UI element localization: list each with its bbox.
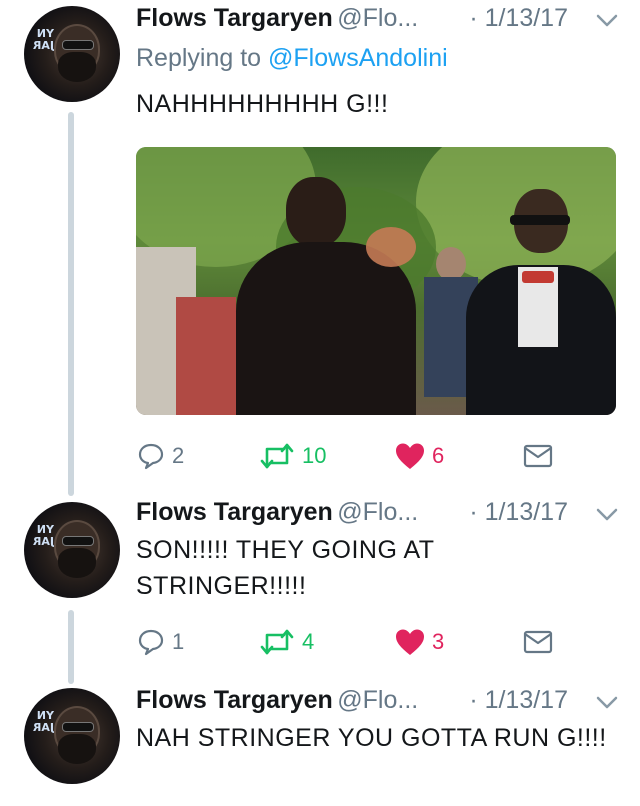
reply-icon <box>138 629 164 656</box>
replying-to-handle[interactable]: @FlowsAndolini <box>268 44 448 72</box>
like-count: 6 <box>432 443 445 468</box>
chevron-down-icon[interactable] <box>594 504 620 524</box>
tweet-actions: 2 10 6 <box>136 436 616 476</box>
reply-count: 2 <box>172 443 185 468</box>
timestamp[interactable]: · 1/13/17 <box>469 686 568 715</box>
retweet-icon <box>260 443 294 469</box>
display-name[interactable]: Flows Targaryen <box>136 4 333 32</box>
retweet-button[interactable]: 10 <box>258 436 326 476</box>
avatar[interactable]: YN JAR <box>24 502 120 598</box>
tweet-actions: 1 4 3 <box>136 622 616 662</box>
direct-message-button[interactable] <box>522 622 554 662</box>
heart-icon <box>396 629 424 655</box>
retweet-count: 4 <box>302 629 315 654</box>
tweet-2[interactable]: YN JAR Flows Targaryen @Flo... · 1/13/17… <box>0 498 640 678</box>
retweet-button[interactable]: 4 <box>258 622 314 662</box>
retweet-count: 10 <box>302 443 327 468</box>
direct-message-button[interactable] <box>522 436 554 476</box>
user-handle[interactable]: @Flo... <box>337 4 418 32</box>
chevron-down-icon[interactable] <box>594 692 620 712</box>
tweet-text: NAHHHHHHHHH G!!! <box>136 90 389 118</box>
tweet-header: Flows Targaryen @Flo... · 1/13/17 <box>136 4 620 44</box>
tweet-3[interactable]: YN JAR Flows Targaryen @Flo... · 1/13/17… <box>0 686 640 806</box>
tweet-text: NAH STRINGER YOU GOTTA RUN G!!!! <box>136 724 607 752</box>
avatar-sign: YN JAR <box>32 27 54 52</box>
avatar[interactable]: YN JAR <box>24 6 120 102</box>
avatar-sign: YN JAR <box>32 709 54 734</box>
avatar[interactable]: YN JAR <box>24 688 120 784</box>
replying-to: Replying to @FlowsAndolini <box>136 44 448 72</box>
tweet-media-image[interactable] <box>136 147 616 415</box>
display-name[interactable]: Flows Targaryen <box>136 686 333 714</box>
tweet-text: SON!!!!! THEY GOING AT STRINGER!!!!! <box>136 536 435 600</box>
timestamp[interactable]: · 1/13/17 <box>469 4 568 33</box>
user-handle[interactable]: @Flo... <box>337 498 418 526</box>
reply-icon <box>138 443 164 470</box>
reply-button[interactable]: 1 <box>136 622 184 662</box>
like-button[interactable]: 6 <box>394 436 444 476</box>
reply-button[interactable]: 2 <box>136 436 184 476</box>
mail-icon <box>523 444 553 468</box>
avatar-sign: YN JAR <box>32 523 54 548</box>
chevron-down-icon[interactable] <box>594 10 620 30</box>
like-button[interactable]: 3 <box>394 622 444 662</box>
reply-count: 1 <box>172 629 185 654</box>
like-count: 3 <box>432 629 445 654</box>
heart-icon <box>396 443 424 469</box>
user-handle[interactable]: @Flo... <box>337 686 418 714</box>
display-name[interactable]: Flows Targaryen <box>136 498 333 526</box>
mail-icon <box>523 630 553 654</box>
retweet-icon <box>260 629 294 655</box>
tweet-1[interactable]: YN JAR Flows Targaryen @Flo... · 1/13/17… <box>0 4 640 474</box>
timestamp[interactable]: · 1/13/17 <box>469 498 568 527</box>
